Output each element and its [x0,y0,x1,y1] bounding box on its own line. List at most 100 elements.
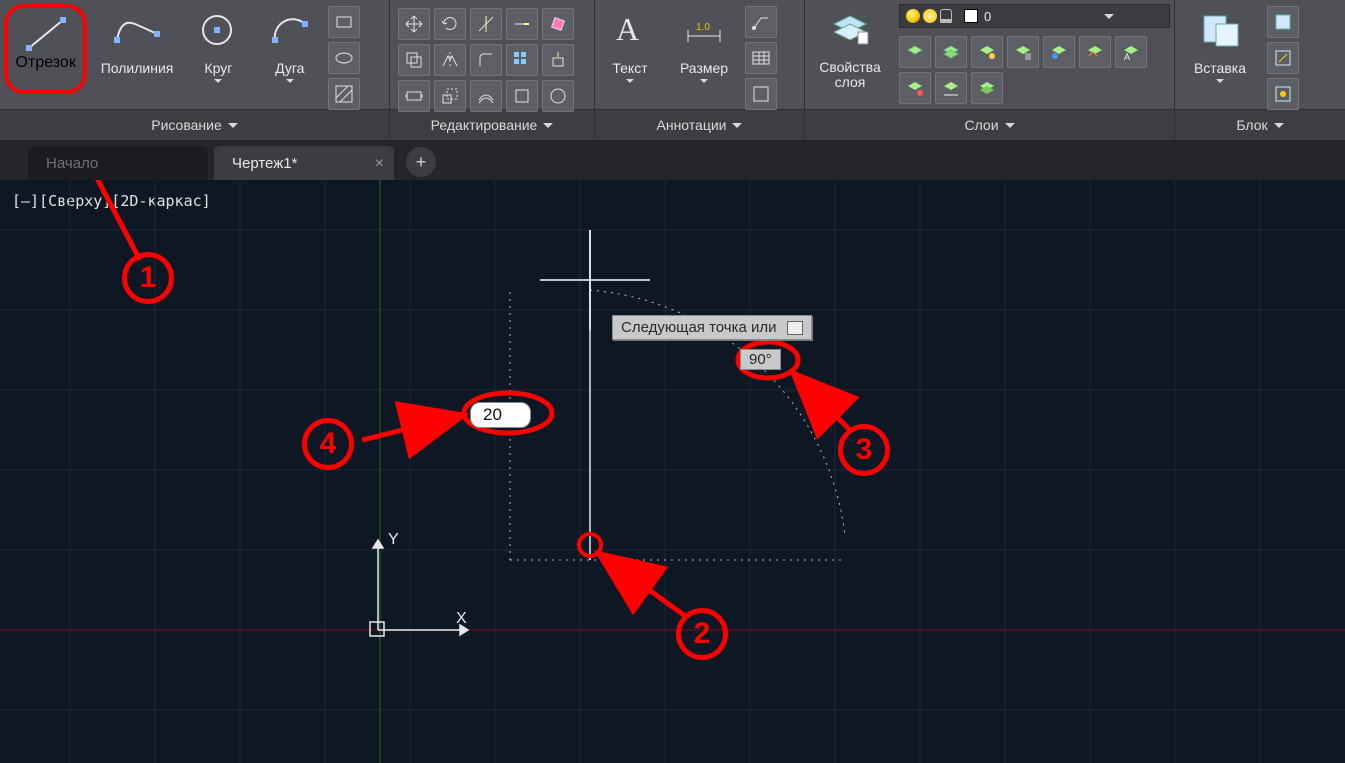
tab-drawing1[interactable]: Чертеж1* × [214,146,394,180]
trim-tool[interactable] [470,8,502,40]
line-button[interactable]: Отрезок [4,4,87,94]
copy-tool[interactable] [398,44,430,76]
close-icon[interactable]: × [375,155,384,173]
annot-small-tools [743,2,793,112]
insert-button[interactable]: Вставка [1175,2,1265,112]
bulb-icon [906,9,920,23]
layer-tool-7[interactable]: A [1115,36,1147,68]
rectangle-tool[interactable] [328,6,360,38]
arc-label: Дуга [275,60,304,76]
layer-tool-5[interactable] [1043,36,1075,68]
callout-3: 3 [838,424,890,476]
dimension-label: Размер [680,60,728,76]
layer-tool-10[interactable] [971,72,1003,104]
lock-icon [940,9,952,23]
chevron-down-icon [543,123,553,128]
layer-properties-label-1: Свойства [819,59,880,75]
block-edit-tool[interactable] [1267,42,1299,74]
panel-title-modify[interactable]: Редактирование [390,110,595,140]
canvas-svg: X Y [0,180,1345,763]
callout-2: 2 [676,608,728,660]
callout-4: 4 [302,418,354,470]
extend-tool[interactable] [506,8,538,40]
chevron-down-icon [1104,14,1114,19]
panel-draw: Отрезок Полилиния [0,0,390,110]
hatch-tool[interactable] [328,78,360,110]
chevron-down-icon [732,123,742,128]
polyline-label: Полилиния [101,60,174,76]
array-tool[interactable] [506,44,538,76]
circle-label: Круг [204,60,232,76]
new-tab-button[interactable]: + [406,147,436,177]
layer-properties-label-2: слоя [835,74,866,90]
table-tool[interactable] [745,42,777,74]
layer-tool-8[interactable] [899,72,931,104]
chevron-down-icon [1216,79,1224,83]
chevron-down-icon [1005,123,1015,128]
chevron-down-icon [286,79,294,83]
insert-icon [1196,6,1244,54]
callout-1: 1 [122,252,174,304]
drawing-canvas[interactable]: [–][Сверху][2D-каркас] [0,180,1345,763]
circle-icon [194,6,242,54]
layer-tool-1[interactable] [899,36,931,68]
panel-annotation: A Текст 1.0 Размер [595,0,805,110]
layer-tool-2[interactable] [935,36,967,68]
panel-modify [390,0,595,110]
dynamic-length-field[interactable]: 20 [470,402,531,428]
layer-tool-3[interactable] [971,36,1003,68]
panel-title-layers[interactable]: Слои [805,110,1175,140]
leader-tool[interactable] [745,6,777,38]
text-icon: A [606,6,654,54]
layer-tool-4[interactable] [1007,36,1039,68]
axis-y-label: Y [388,531,399,548]
ribbon-panels-row: Отрезок Полилиния [0,0,1345,110]
offset-tool[interactable] [470,80,502,112]
stretch-tool[interactable] [398,80,430,112]
panel-title-draw[interactable]: Рисование [0,110,390,140]
layer-small-tools: A [895,28,1170,106]
block-create-tool[interactable] [1267,6,1299,38]
annot-more-tool[interactable] [745,78,777,110]
move-tool[interactable] [398,8,430,40]
panel-title-annot[interactable]: Аннотации [595,110,805,140]
tooltip-text: Следующая точка или [621,319,777,336]
svg-text:A: A [1124,52,1130,62]
layer-tool-9[interactable] [935,72,967,104]
fillet-tool[interactable] [470,44,502,76]
text-button[interactable]: A Текст [595,2,665,112]
chevron-down-icon [228,123,238,128]
ellipse-tool[interactable] [328,42,360,74]
line-label: Отрезок [16,54,76,72]
chevron-down-icon [214,79,222,83]
layers-stack-icon [826,6,874,54]
block-attr-tool[interactable] [1267,78,1299,110]
layer-tool-6[interactable] [1079,36,1111,68]
rotate-tool[interactable] [434,8,466,40]
erase-tool[interactable] [542,8,574,40]
explode-tool[interactable] [542,44,574,76]
dimension-icon: 1.0 [680,6,728,54]
keyboard-icon [787,321,803,335]
scale-tool[interactable] [434,80,466,112]
dynamic-angle-field[interactable]: 90° [740,349,781,370]
tab-home[interactable]: Начало [28,146,208,180]
arc-button[interactable]: Дуга [254,2,325,112]
mirror-tool[interactable] [434,44,466,76]
modify-more-tool[interactable] [506,80,538,112]
polyline-button[interactable]: Полилиния [91,2,182,112]
chevron-down-icon [700,79,708,83]
polyline-icon [113,6,161,54]
color-swatch [964,9,978,23]
dimension-button[interactable]: 1.0 Размер [665,2,743,112]
modify-more2-tool[interactable] [542,80,574,112]
circle-button[interactable]: Круг [183,2,254,112]
panel-title-block[interactable]: Блок [1175,110,1345,140]
sun-icon [923,9,937,23]
layer-properties-button[interactable]: Свойства слоя [805,2,895,110]
text-label: Текст [612,60,647,76]
svg-text:1.0: 1.0 [696,22,710,33]
ribbon: Отрезок Полилиния [0,0,1345,140]
current-layer-combobox[interactable]: 0 [899,4,1170,28]
dynamic-input-tooltip: Следующая точка или [612,315,812,340]
